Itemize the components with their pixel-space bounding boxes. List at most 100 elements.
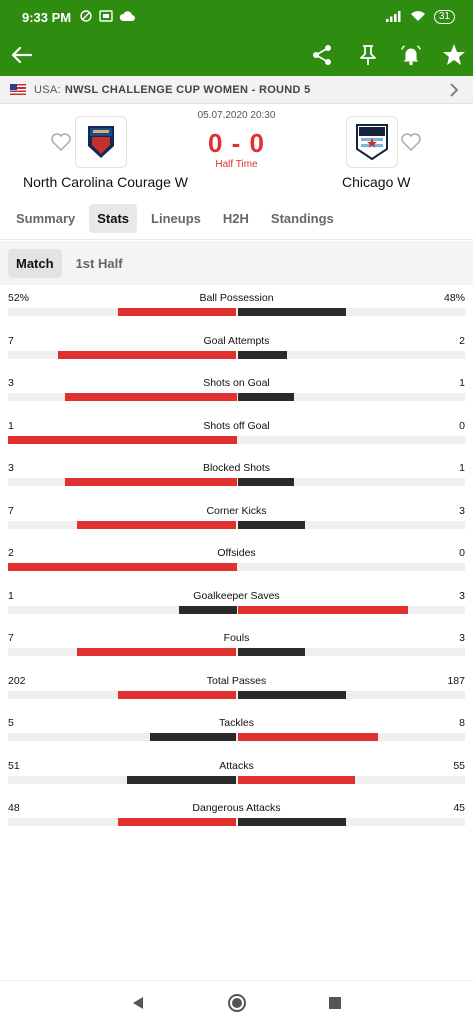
stat-bar-track bbox=[8, 308, 465, 316]
stat-row: 7 Corner Kicks 3 bbox=[0, 498, 473, 541]
stat-home-bar bbox=[149, 733, 237, 741]
share-icon[interactable] bbox=[310, 43, 334, 67]
stat-bar-track bbox=[8, 733, 465, 741]
red-stars-crest-icon bbox=[356, 124, 388, 161]
notification-bell-icon[interactable] bbox=[399, 43, 423, 67]
stat-away-bar bbox=[237, 308, 347, 316]
stat-label: Ball Possession bbox=[199, 292, 274, 304]
stat-row: 1 Goalkeeper Saves 3 bbox=[0, 583, 473, 626]
stat-away-value: 1 bbox=[459, 377, 465, 389]
stat-away-value: 187 bbox=[447, 674, 465, 687]
stat-home-bar bbox=[65, 478, 237, 486]
stat-label: Goalkeeper Saves bbox=[193, 589, 280, 602]
stat-away-value: 45 bbox=[453, 802, 465, 814]
signal-icon bbox=[385, 10, 402, 25]
league-name: NWSL CHALLENGE CUP WOMEN - ROUND 5 bbox=[64, 83, 311, 96]
stat-bar-track bbox=[8, 520, 465, 529]
stat-home-bar bbox=[76, 520, 237, 529]
match-status: Half Time bbox=[215, 159, 258, 170]
tab-summary[interactable]: Summary bbox=[8, 204, 83, 233]
stat-away-value: 3 bbox=[459, 504, 465, 517]
stat-away-value: 3 bbox=[459, 589, 465, 602]
do-not-disturb-icon bbox=[79, 9, 93, 26]
status-bar: 9:33 PM 31 bbox=[0, 0, 473, 34]
league-country: USA: bbox=[34, 83, 61, 96]
pin-icon[interactable] bbox=[356, 43, 380, 67]
stat-label: Total Passes bbox=[206, 674, 267, 687]
stats-list: 52% Ball Possession 48% 7 Goal Attempts 2 3 Sho… bbox=[0, 285, 473, 838]
screen-record-icon bbox=[99, 9, 113, 25]
favorite-star-icon[interactable] bbox=[442, 43, 466, 67]
stat-row: 52% Ball Possession 48% bbox=[0, 285, 473, 328]
stat-row: 7 Fouls 3 bbox=[0, 625, 473, 668]
home-team-name[interactable]: North Carolina Courage W bbox=[23, 174, 188, 190]
stat-row: 3 Shots on Goal 1 bbox=[0, 370, 473, 413]
match-tabs: Summary Stats Lineups H2H Standings bbox=[0, 198, 473, 240]
stat-bar-track bbox=[8, 435, 465, 444]
stat-row: 202 Total Passes 187 bbox=[0, 668, 473, 711]
app-bar bbox=[0, 34, 473, 76]
stat-label: Shots on Goal bbox=[203, 377, 270, 389]
stat-label: Attacks bbox=[219, 759, 254, 772]
nav-back-icon[interactable] bbox=[128, 993, 148, 1013]
stat-home-bar bbox=[126, 775, 237, 784]
stat-away-value: 0 bbox=[459, 547, 465, 559]
stat-row: 5 Tackles 8 bbox=[0, 710, 473, 753]
stat-away-bar bbox=[237, 350, 287, 359]
stat-home-bar bbox=[76, 648, 237, 656]
tab-standings[interactable]: Standings bbox=[263, 204, 342, 233]
stat-label: Dangerous Attacks bbox=[192, 802, 281, 814]
stat-row: 51 Attacks 55 bbox=[0, 753, 473, 796]
stat-row: 48 Dangerous Attacks 45 bbox=[0, 795, 473, 838]
stat-away-bar bbox=[237, 393, 294, 401]
tab-lineups[interactable]: Lineups bbox=[143, 204, 209, 233]
stat-home-bar bbox=[8, 563, 237, 571]
stat-bar-track bbox=[8, 605, 465, 614]
away-team-name[interactable]: Chicago W bbox=[342, 174, 410, 190]
stat-home-bar bbox=[58, 350, 237, 359]
stat-home-bar bbox=[179, 605, 237, 614]
stat-row: 1 Shots off Goal 0 bbox=[0, 413, 473, 456]
stat-away-value: 8 bbox=[459, 717, 465, 729]
stat-label: Shots off Goal bbox=[203, 419, 270, 432]
stat-away-bar bbox=[237, 605, 408, 614]
stat-away-value: 1 bbox=[459, 462, 465, 474]
back-arrow-icon[interactable] bbox=[10, 43, 34, 67]
stat-home-bar bbox=[117, 818, 237, 826]
usa-flag-icon bbox=[10, 84, 26, 95]
subtab-match[interactable]: Match bbox=[8, 248, 62, 278]
stat-label: Offsides bbox=[217, 547, 256, 559]
battery-indicator: 31 bbox=[433, 10, 455, 24]
stat-bar-track bbox=[8, 818, 465, 826]
nav-recents-icon[interactable] bbox=[325, 993, 345, 1013]
stat-label: Blocked Shots bbox=[202, 462, 271, 474]
clock: 9:33 PM bbox=[22, 9, 72, 25]
stat-away-value: 3 bbox=[459, 632, 465, 644]
nav-home-icon[interactable] bbox=[227, 993, 247, 1013]
subtab-1st-half[interactable]: 1st Half bbox=[68, 249, 131, 278]
stat-row: 3 Blocked Shots 1 bbox=[0, 455, 473, 498]
match-datetime: 05.07.2020 20:30 bbox=[197, 110, 276, 121]
away-team-crest[interactable] bbox=[346, 116, 398, 168]
stat-home-bar bbox=[65, 393, 237, 401]
stat-away-value: 2 bbox=[459, 334, 465, 347]
stat-home-bar bbox=[8, 435, 237, 444]
period-tabs: Match 1st Half bbox=[0, 241, 473, 285]
stat-away-value: 55 bbox=[453, 759, 465, 772]
stat-bar-track bbox=[8, 648, 465, 656]
stat-away-bar bbox=[237, 690, 347, 699]
favorite-away-heart-icon[interactable] bbox=[400, 132, 422, 152]
stat-bar-track bbox=[8, 563, 465, 571]
stat-bar-track bbox=[8, 690, 465, 699]
stat-bar-track bbox=[8, 478, 465, 486]
tab-stats[interactable]: Stats bbox=[89, 204, 138, 233]
stat-label: Fouls bbox=[223, 632, 250, 644]
match-header: 05.07.2020 20:30 0 - 0 Half Time North C… bbox=[0, 104, 473, 198]
tab-h2h[interactable]: H2H bbox=[215, 204, 257, 233]
stat-bar-track bbox=[8, 775, 465, 784]
stat-label: Tackles bbox=[218, 717, 254, 729]
stat-row: 2 Offsides 0 bbox=[0, 540, 473, 583]
stat-away-value: 48% bbox=[443, 292, 465, 304]
league-header[interactable]: USA: NWSL CHALLENGE CUP WOMEN - ROUND 5 bbox=[0, 76, 473, 104]
system-nav-bar bbox=[0, 980, 473, 1024]
